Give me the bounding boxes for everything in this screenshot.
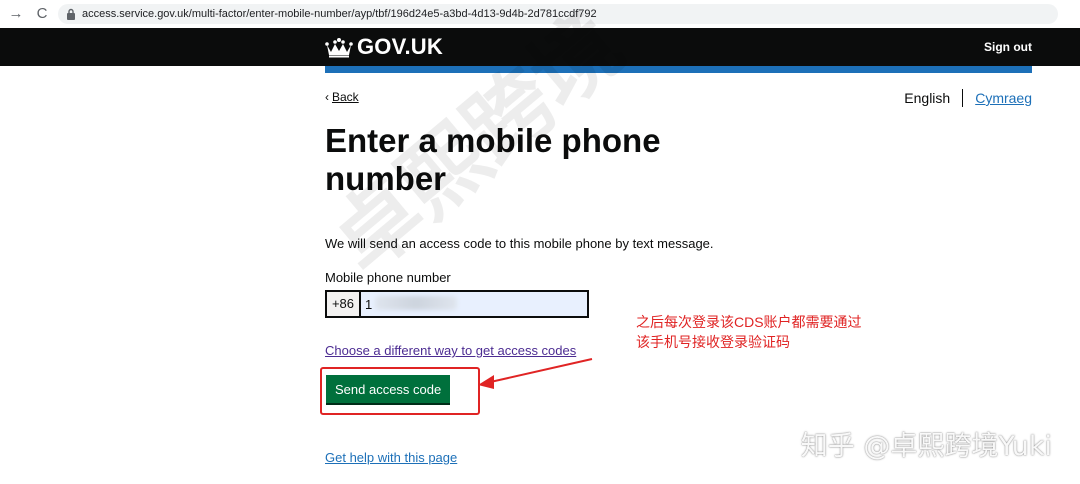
sign-out-link[interactable]: Sign out xyxy=(984,40,1032,54)
reload-icon[interactable]: C xyxy=(32,4,52,24)
phone-label: Mobile phone number xyxy=(325,270,451,285)
lock-icon xyxy=(67,8,75,20)
get-help-link[interactable]: Get help with this page xyxy=(325,450,457,465)
header-accent-bar xyxy=(325,66,1032,73)
annotation-arrow-icon xyxy=(478,358,593,389)
phone-field: +86 xyxy=(325,290,589,318)
corner-watermark: 知乎 @卓熙跨境Yuki xyxy=(800,431,1052,462)
forward-arrow-icon[interactable]: → xyxy=(6,4,26,24)
chevron-left-icon: ‹ xyxy=(325,90,329,104)
language-divider xyxy=(962,89,964,107)
browser-toolbar: → C access.service.gov.uk/multi-factor/e… xyxy=(0,0,1080,29)
page-title: Enter a mobile phone number xyxy=(325,122,661,197)
highlight-box xyxy=(320,367,480,415)
language-current: English xyxy=(904,90,951,106)
url-text: access.service.gov.uk/multi-factor/enter… xyxy=(82,8,597,20)
back-link[interactable]: ‹ Back xyxy=(325,90,359,104)
redacted-number xyxy=(375,296,457,310)
address-bar[interactable]: access.service.gov.uk/multi-factor/enter… xyxy=(58,4,1058,24)
language-link-cymraeg[interactable]: Cymraeg xyxy=(975,90,1032,106)
language-toggle: English Cymraeg xyxy=(904,89,1032,107)
back-link-label: Back xyxy=(332,90,359,104)
crown-icon xyxy=(325,38,353,58)
govuk-header: GOV.UK Sign out xyxy=(0,28,1080,66)
country-code-prefix: +86 xyxy=(327,292,361,316)
govuk-logo-link[interactable]: GOV.UK xyxy=(325,34,443,60)
annotation-note: 之后每次登录该CDS账户都需要通过 该手机号接收登录验证码 xyxy=(636,314,862,350)
logo-text: GOV.UK xyxy=(357,34,443,59)
intro-text: We will send an access code to this mobi… xyxy=(325,236,714,251)
